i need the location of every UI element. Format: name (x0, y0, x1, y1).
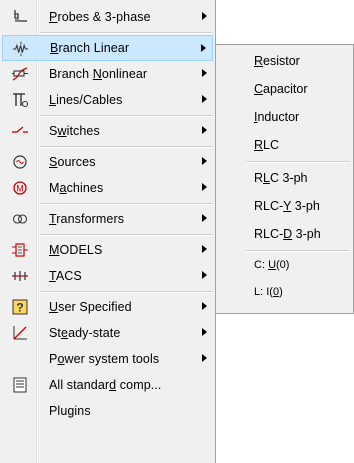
menu-item-switches[interactable]: Switches (2, 118, 213, 144)
submenu-item-l-i0[interactable]: L: I(0) (254, 286, 283, 298)
all-components-icon (11, 376, 29, 394)
submenu-arrow-icon (202, 183, 207, 191)
separator (40, 115, 213, 117)
separator (40, 146, 213, 148)
menu-item-machines[interactable]: M Machines (2, 175, 213, 201)
menu-item-user-specified[interactable]: ? User Specified (2, 294, 213, 320)
menu-item-branch-linear[interactable]: Branch Linear (2, 35, 213, 61)
menu-item-label: All standard comp... (49, 378, 162, 392)
menu-item-label: Lines/Cables (49, 93, 123, 107)
separator (40, 203, 213, 205)
menu-item-label: Machines (49, 181, 104, 195)
submenu-arrow-icon (202, 302, 207, 310)
menu-item-label: Steady-state (49, 326, 121, 340)
submenu-arrow-icon (202, 157, 207, 165)
separator (40, 234, 213, 236)
tacs-icon (11, 267, 29, 285)
submenu-arrow-icon (202, 69, 207, 77)
submenu-item-inductor[interactable]: Inductor (254, 110, 299, 124)
menu-item-label: User Specified (49, 300, 132, 314)
lines-cables-icon (11, 91, 29, 109)
steady-state-icon (11, 324, 29, 342)
menu-item-plugins[interactable]: Plugins (2, 398, 213, 424)
switch-icon (11, 122, 29, 140)
menu-item-tacs[interactable]: TACS (2, 263, 213, 289)
probe-icon (11, 8, 29, 26)
menu-item-probes[interactable]: Probes & 3-phase (2, 4, 213, 30)
menu-item-label: TACS (49, 269, 82, 283)
submenu-item-c-u0[interactable]: C: U(0) (254, 259, 289, 271)
menu-item-all-standard[interactable]: All standard comp... (2, 372, 213, 398)
svg-text:?: ? (16, 301, 23, 315)
menu-item-lines-cables[interactable]: Lines/Cables (2, 87, 213, 113)
source-icon (11, 153, 29, 171)
svg-text:M: M (16, 184, 24, 194)
menu-item-branch-nonlinear[interactable]: Branch Nonlinear (2, 61, 213, 87)
submenu-arrow-icon (202, 12, 207, 20)
submenu-arrow-icon (202, 126, 207, 134)
menu-item-models[interactable]: MODELS (2, 237, 213, 263)
submenu-arrow-icon (201, 44, 206, 52)
menu-item-label: Transformers (49, 212, 125, 226)
menu-item-label: Switches (49, 124, 100, 138)
menu-item-sources[interactable]: Sources (2, 149, 213, 175)
submenu-arrow-icon (202, 214, 207, 222)
branch-nonlinear-icon (11, 65, 29, 83)
separator (246, 161, 350, 163)
menu-item-label: Branch Linear (50, 41, 130, 55)
menu-item-label: Branch Nonlinear (49, 67, 148, 81)
submenu-item-capacitor[interactable]: Capacitor (254, 82, 308, 96)
submenu-item-rlc[interactable]: RLC (254, 138, 279, 152)
menu-item-steady-state[interactable]: Steady-state (2, 320, 213, 346)
submenu-item-rlc-y-3ph[interactable]: RLC-Y 3-ph (254, 199, 320, 213)
transformer-icon (11, 210, 29, 228)
menu-item-label: Sources (49, 155, 96, 169)
menu-item-label: Plugins (49, 404, 91, 418)
submenu-item-rlc-3ph[interactable]: RLC 3-ph (254, 171, 308, 185)
separator (40, 291, 213, 293)
submenu-arrow-icon (202, 245, 207, 253)
submenu-item-resistor[interactable]: Resistor (254, 54, 300, 68)
menu-item-transformers[interactable]: Transformers (2, 206, 213, 232)
user-specified-icon: ? (11, 298, 29, 316)
menu-item-power-system-tools[interactable]: Power system tools (2, 346, 213, 372)
submenu-arrow-icon (202, 328, 207, 336)
submenu-arrow-icon (202, 354, 207, 362)
models-icon (11, 241, 29, 259)
branch-linear-icon (12, 40, 30, 58)
separator (246, 250, 350, 252)
machine-icon: M (11, 179, 29, 197)
submenu-item-rlc-d-3ph[interactable]: RLC-D 3-ph (254, 227, 321, 241)
separator (40, 32, 213, 34)
menu-item-label: MODELS (49, 243, 103, 257)
branch-linear-submenu: Resistor Capacitor Inductor RLC RLC 3-ph… (216, 44, 354, 314)
submenu-arrow-icon (202, 271, 207, 279)
submenu-arrow-icon (202, 95, 207, 103)
menu-item-label: Probes & 3-phase (49, 10, 151, 24)
context-menu: Probes & 3-phase Branch Linear Branch No… (0, 0, 216, 463)
menu-item-label: Power system tools (49, 352, 160, 366)
